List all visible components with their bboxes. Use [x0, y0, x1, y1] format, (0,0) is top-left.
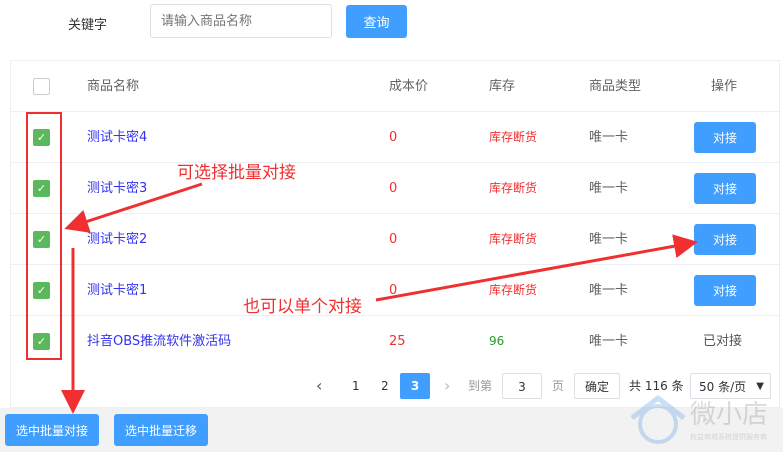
annotation-batch: 可选择批量对接 — [177, 163, 296, 183]
arrow-to-connect-button — [375, 234, 698, 302]
arrow-to-checkboxes — [64, 182, 203, 233]
annotation-arrows — [61, 182, 698, 414]
annotation-single: 也可以单个对接 — [243, 297, 362, 317]
